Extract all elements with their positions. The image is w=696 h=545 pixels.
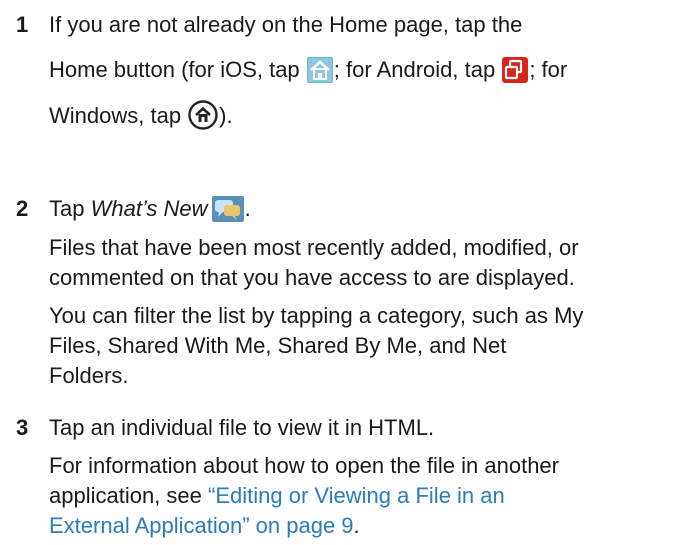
step-1: 1 If you are not already on the Home pag…: [16, 10, 686, 131]
step-text: Tap What’s New .: [49, 194, 686, 224]
external-application-link[interactable]: “Editing or Viewing a File in an: [208, 483, 505, 508]
step-description: For information about how to open the fi…: [49, 451, 686, 541]
description-line: You can filter the list by tapping a cat…: [49, 303, 584, 328]
step-text-segment: ; for Android, tap: [333, 57, 502, 82]
step-text-segment: application, see: [49, 483, 208, 508]
description-line: For information about how to open the fi…: [49, 453, 559, 478]
step-text-segment: Tap: [49, 196, 91, 221]
step-body: If you are not already on the Home page,…: [49, 10, 686, 131]
step-body: Tap What’s New . Files that have been mo…: [49, 194, 686, 391]
step-text-segment: ; for: [529, 57, 568, 82]
android-home-icon: [502, 57, 529, 83]
step-text: If you are not already on the Home page,…: [49, 10, 686, 40]
step-2: 2 Tap What’s New . Files that have been …: [16, 194, 686, 391]
external-application-link-continued[interactable]: External Application” on page 9: [49, 513, 354, 538]
description-line: External Application” on page 9.: [49, 511, 686, 541]
document-page: 1 If you are not already on the Home pag…: [0, 0, 696, 545]
step-number: 3: [16, 415, 29, 440]
step-description: Files that have been most recently added…: [49, 233, 686, 293]
step-text-segment: Windows, tap: [49, 103, 188, 128]
step-description: You can filter the list by tapping a cat…: [49, 301, 686, 391]
step-body: Tap an individual file to view it in HTM…: [49, 413, 686, 541]
step-text-segment: .: [244, 196, 251, 221]
description-line: commented on that you have access to are…: [49, 265, 575, 290]
step-text: Home button (for iOS, tap ; for Android,…: [49, 55, 686, 85]
step-text: Tap an individual file to view it in HTM…: [49, 415, 435, 440]
description-line: Files, Shared With Me, Shared By Me, and…: [49, 333, 507, 358]
step-number: 2: [16, 196, 29, 221]
description-line: Folders.: [49, 363, 129, 388]
description-line: Files that have been most recently added…: [49, 235, 579, 260]
home-icon: [306, 57, 333, 83]
step-text: Windows, tap ).: [49, 100, 686, 131]
step-text-segment: Home button (for iOS, tap: [49, 57, 306, 82]
step-text-segment: .: [353, 513, 360, 538]
step-3: 3 Tap an individual file to view it in H…: [16, 413, 686, 541]
step-text-line: If you are not already on the Home page,…: [49, 12, 523, 37]
description-line: application, see “Editing or Viewing a F…: [49, 481, 686, 511]
whats-new-label: What’s New: [90, 196, 208, 221]
step-number: 1: [16, 12, 29, 37]
chat-bubbles-icon: [211, 196, 244, 222]
step-text-segment: ).: [219, 103, 233, 128]
windows-home-icon: [188, 100, 218, 130]
